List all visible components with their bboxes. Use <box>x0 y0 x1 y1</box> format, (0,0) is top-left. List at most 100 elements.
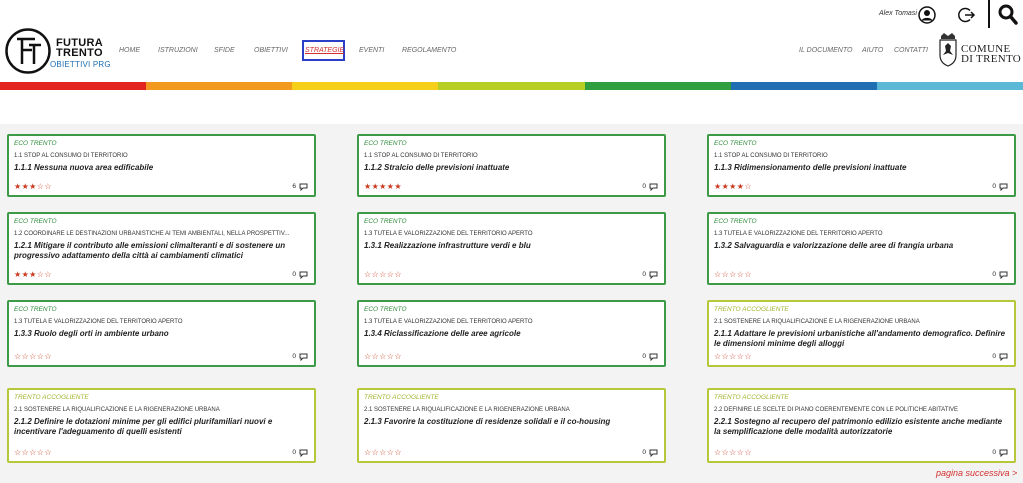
rating-stars[interactable]: ☆☆☆☆☆ <box>14 352 52 362</box>
star-empty-icon[interactable]: ☆ <box>379 448 387 457</box>
card-title[interactable]: 1.3.4 Riclassificazione delle aree agric… <box>364 329 659 339</box>
comment-icon[interactable] <box>299 353 308 361</box>
rating-stars[interactable]: ☆☆☆☆☆ <box>364 270 402 280</box>
strategy-card[interactable]: ECO TRENTO 1.3 TUTELA E VALORIZZAZIONE DE… <box>707 212 1016 285</box>
star-empty-icon[interactable]: ☆ <box>379 352 387 361</box>
nav-regolamento[interactable]: REGOLAMENTO <box>402 47 456 54</box>
star-empty-icon[interactable]: ☆ <box>744 270 752 279</box>
strategy-card[interactable]: ECO TRENTO 1.1 STOP AL CONSUMO DI TERRITO… <box>357 134 666 197</box>
card-title[interactable]: 1.3.2 Salvaguardia e valorizzazione dell… <box>714 241 1009 251</box>
card-title[interactable]: 1.1.3 Ridimensionamento delle previsioni… <box>714 163 1009 173</box>
star-empty-icon[interactable]: ☆ <box>394 270 402 279</box>
star-empty-icon[interactable]: ☆ <box>394 352 402 361</box>
card-title[interactable]: 1.3.3 Ruolo degli orti in ambiente urban… <box>14 329 309 339</box>
star-filled-icon[interactable]: ★ <box>364 182 372 191</box>
star-filled-icon[interactable]: ★ <box>729 182 737 191</box>
comment-icon[interactable] <box>999 353 1008 361</box>
rating-stars[interactable]: ★★★☆☆ <box>14 270 52 280</box>
rating-stars[interactable]: ☆☆☆☆☆ <box>364 448 402 458</box>
star-filled-icon[interactable]: ★ <box>29 270 37 279</box>
card-title[interactable]: 1.1.1 Nessuna nuova area edificabile <box>14 163 309 173</box>
comment-icon[interactable] <box>649 183 658 191</box>
nav-istruzioni[interactable]: ISTRUZIONI <box>158 47 198 54</box>
card-title[interactable]: 2.1.1 Adattare le previsioni urbanistich… <box>714 329 1009 349</box>
comune-di-trento-logo[interactable]: COMUNE DI TRENTO <box>961 44 1021 65</box>
star-filled-icon[interactable]: ★ <box>394 182 402 191</box>
rating-stars[interactable]: ★★★★★ <box>364 182 402 192</box>
card-title[interactable]: 1.2.1 Mitigare il contributo alle emissi… <box>14 241 309 261</box>
strategy-card[interactable]: ECO TRENTO 1.2 COORDINARE LE DESTINAZIONI… <box>7 212 316 285</box>
comment-icon[interactable] <box>999 271 1008 279</box>
star-empty-icon[interactable]: ☆ <box>394 448 402 457</box>
nav-strategie[interactable]: STRATEGIE <box>305 47 344 54</box>
nav-home[interactable]: HOME <box>119 47 140 54</box>
star-empty-icon[interactable]: ☆ <box>29 448 37 457</box>
star-filled-icon[interactable]: ★ <box>29 182 37 191</box>
comment-icon[interactable] <box>649 271 658 279</box>
rating-stars[interactable]: ☆☆☆☆☆ <box>714 448 752 458</box>
strategy-card[interactable]: ECO TRENTO 1.1 STOP AL CONSUMO DI TERRITO… <box>707 134 1016 197</box>
star-empty-icon[interactable]: ☆ <box>14 448 22 457</box>
comment-icon[interactable] <box>999 449 1008 457</box>
futura-trento-logo[interactable] <box>5 28 51 74</box>
star-empty-icon[interactable]: ☆ <box>44 182 52 191</box>
strategy-card[interactable]: ECO TRENTO 1.3 TUTELA E VALORIZZAZIONE DE… <box>7 300 316 367</box>
strategy-card[interactable]: ECO TRENTO 1.3 TUTELA E VALORIZZAZIONE DE… <box>357 212 666 285</box>
nav-contatti[interactable]: CONTATTI <box>894 47 928 54</box>
card-title[interactable]: 1.3.1 Realizzazione infrastrutture verdi… <box>364 241 659 251</box>
card-title[interactable]: 2.1.3 Favorire la costituzione di reside… <box>364 417 659 427</box>
nav-aiuto[interactable]: AIUTO <box>862 47 883 54</box>
comment-icon[interactable] <box>299 449 308 457</box>
star-empty-icon[interactable]: ☆ <box>364 448 372 457</box>
star-filled-icon[interactable]: ★ <box>14 270 22 279</box>
rating-stars[interactable]: ★★★☆☆ <box>14 182 52 192</box>
star-empty-icon[interactable]: ☆ <box>379 270 387 279</box>
rating-stars[interactable]: ☆☆☆☆☆ <box>714 270 752 280</box>
comment-icon[interactable] <box>649 449 658 457</box>
comment-icon[interactable] <box>299 271 308 279</box>
star-filled-icon[interactable]: ★ <box>379 182 387 191</box>
star-empty-icon[interactable]: ☆ <box>29 352 37 361</box>
star-empty-icon[interactable]: ☆ <box>729 448 737 457</box>
star-empty-icon[interactable]: ☆ <box>44 270 52 279</box>
star-empty-icon[interactable]: ☆ <box>729 352 737 361</box>
star-empty-icon[interactable]: ☆ <box>44 352 52 361</box>
star-empty-icon[interactable]: ☆ <box>744 448 752 457</box>
nav-obiettivi[interactable]: OBIETTIVI <box>254 47 288 54</box>
rating-stars[interactable]: ★★★★☆ <box>714 182 752 192</box>
nav-eventi[interactable]: EVENTI <box>359 47 384 54</box>
search-icon[interactable] <box>998 4 1018 26</box>
comment-icon[interactable] <box>299 183 308 191</box>
nav-il-documento[interactable]: IL DOCUMENTO <box>799 47 852 54</box>
star-empty-icon[interactable]: ☆ <box>14 352 22 361</box>
card-title[interactable]: 1.1.2 Stralcio delle previsioni inattuat… <box>364 163 659 173</box>
rating-stars[interactable]: ☆☆☆☆☆ <box>14 448 52 458</box>
logout-icon[interactable] <box>958 6 976 24</box>
strategy-card[interactable]: TRENTO ACCOGLIENTE 2.1 SOSTENERE LA RIQUA… <box>357 388 666 463</box>
comment-icon[interactable] <box>999 183 1008 191</box>
star-empty-icon[interactable]: ☆ <box>744 352 752 361</box>
star-empty-icon[interactable]: ☆ <box>744 182 752 191</box>
card-title[interactable]: 2.2.1 Sostegno al recupero del patrimoni… <box>714 417 1009 437</box>
user-name[interactable]: Alex Tomasi <box>879 10 917 17</box>
star-empty-icon[interactable]: ☆ <box>729 270 737 279</box>
strategy-card[interactable]: ECO TRENTO 1.3 TUTELA E VALORIZZAZIONE DE… <box>357 300 666 367</box>
rating-stars[interactable]: ☆☆☆☆☆ <box>714 352 752 362</box>
star-empty-icon[interactable]: ☆ <box>364 270 372 279</box>
strategy-card[interactable]: TRENTO ACCOGLIENTE 2.1 SOSTENERE LA RIQUA… <box>707 300 1016 367</box>
star-empty-icon[interactable]: ☆ <box>714 352 722 361</box>
strategy-card[interactable]: TRENTO ACCOGLIENTE 2.2 DEFINIRE LE SCELTE… <box>707 388 1016 463</box>
star-empty-icon[interactable]: ☆ <box>714 448 722 457</box>
strategy-card[interactable]: ECO TRENTO 1.1 STOP AL CONSUMO DI TERRITO… <box>7 134 316 197</box>
star-filled-icon[interactable]: ★ <box>714 182 722 191</box>
comment-icon[interactable] <box>649 353 658 361</box>
star-empty-icon[interactable]: ☆ <box>44 448 52 457</box>
strategy-card[interactable]: TRENTO ACCOGLIENTE 2.1 SOSTENERE LA RIQUA… <box>7 388 316 463</box>
next-page-link[interactable]: pagina successiva > <box>936 468 1017 478</box>
star-empty-icon[interactable]: ☆ <box>714 270 722 279</box>
rating-stars[interactable]: ☆☆☆☆☆ <box>364 352 402 362</box>
card-title[interactable]: 2.1.2 Definire le dotazioni minime per g… <box>14 417 309 437</box>
nav-sfide[interactable]: SFIDE <box>214 47 235 54</box>
star-filled-icon[interactable]: ★ <box>14 182 22 191</box>
star-empty-icon[interactable]: ☆ <box>364 352 372 361</box>
